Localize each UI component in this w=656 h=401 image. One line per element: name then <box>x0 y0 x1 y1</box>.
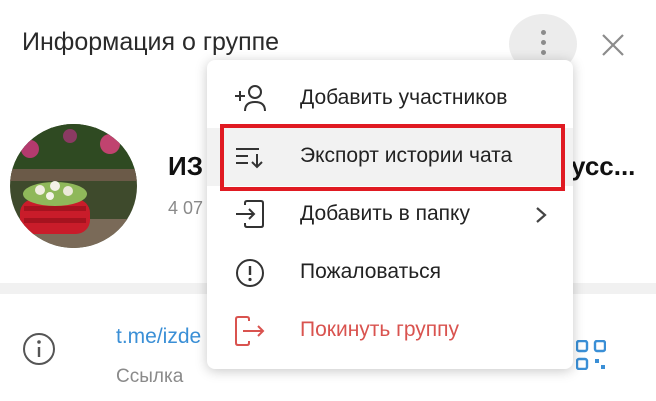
add-user-icon <box>235 85 266 112</box>
report-icon <box>236 259 264 287</box>
qr-code-icon[interactable] <box>576 340 606 370</box>
group-name: ИЗ <box>168 151 203 181</box>
export-history-icon <box>236 148 263 169</box>
group-name-tail: усс... <box>571 151 636 181</box>
group-link[interactable]: t.me/izde <box>116 325 208 349</box>
more-icon-dot <box>541 50 546 55</box>
menu-item-label: Добавить в папку <box>300 202 470 225</box>
menu-item-export-history[interactable]: Экспорт истории чата <box>207 128 573 186</box>
context-menu: Добавить участников Экспорт истории чата… <box>207 60 573 369</box>
more-icon-dot <box>541 40 546 45</box>
menu-item-label: Пожаловаться <box>300 260 442 283</box>
more-icon <box>541 30 546 35</box>
menu-item-report[interactable]: Пожаловаться <box>207 244 573 302</box>
menu-item-leave-group[interactable]: Покинуть группу <box>207 302 573 360</box>
chevron-right-icon <box>536 207 547 223</box>
leave-icon <box>235 316 265 346</box>
info-icon <box>23 333 55 365</box>
menu-item-add-to-folder[interactable]: Добавить в папку <box>207 186 573 244</box>
menu-item-label: Покинуть группу <box>300 318 460 341</box>
menu-item-label: Добавить участников <box>300 86 508 109</box>
link-caption: Ссылка <box>116 366 184 387</box>
close-icon[interactable] <box>596 28 630 62</box>
group-members-count: 4 07 <box>168 198 204 218</box>
group-avatar[interactable] <box>10 124 137 248</box>
page-title: Информация о группе <box>22 28 280 56</box>
menu-item-add-members[interactable]: Добавить участников <box>207 70 573 128</box>
folder-add-icon <box>236 200 264 228</box>
menu-item-label: Экспорт истории чата <box>300 144 513 167</box>
